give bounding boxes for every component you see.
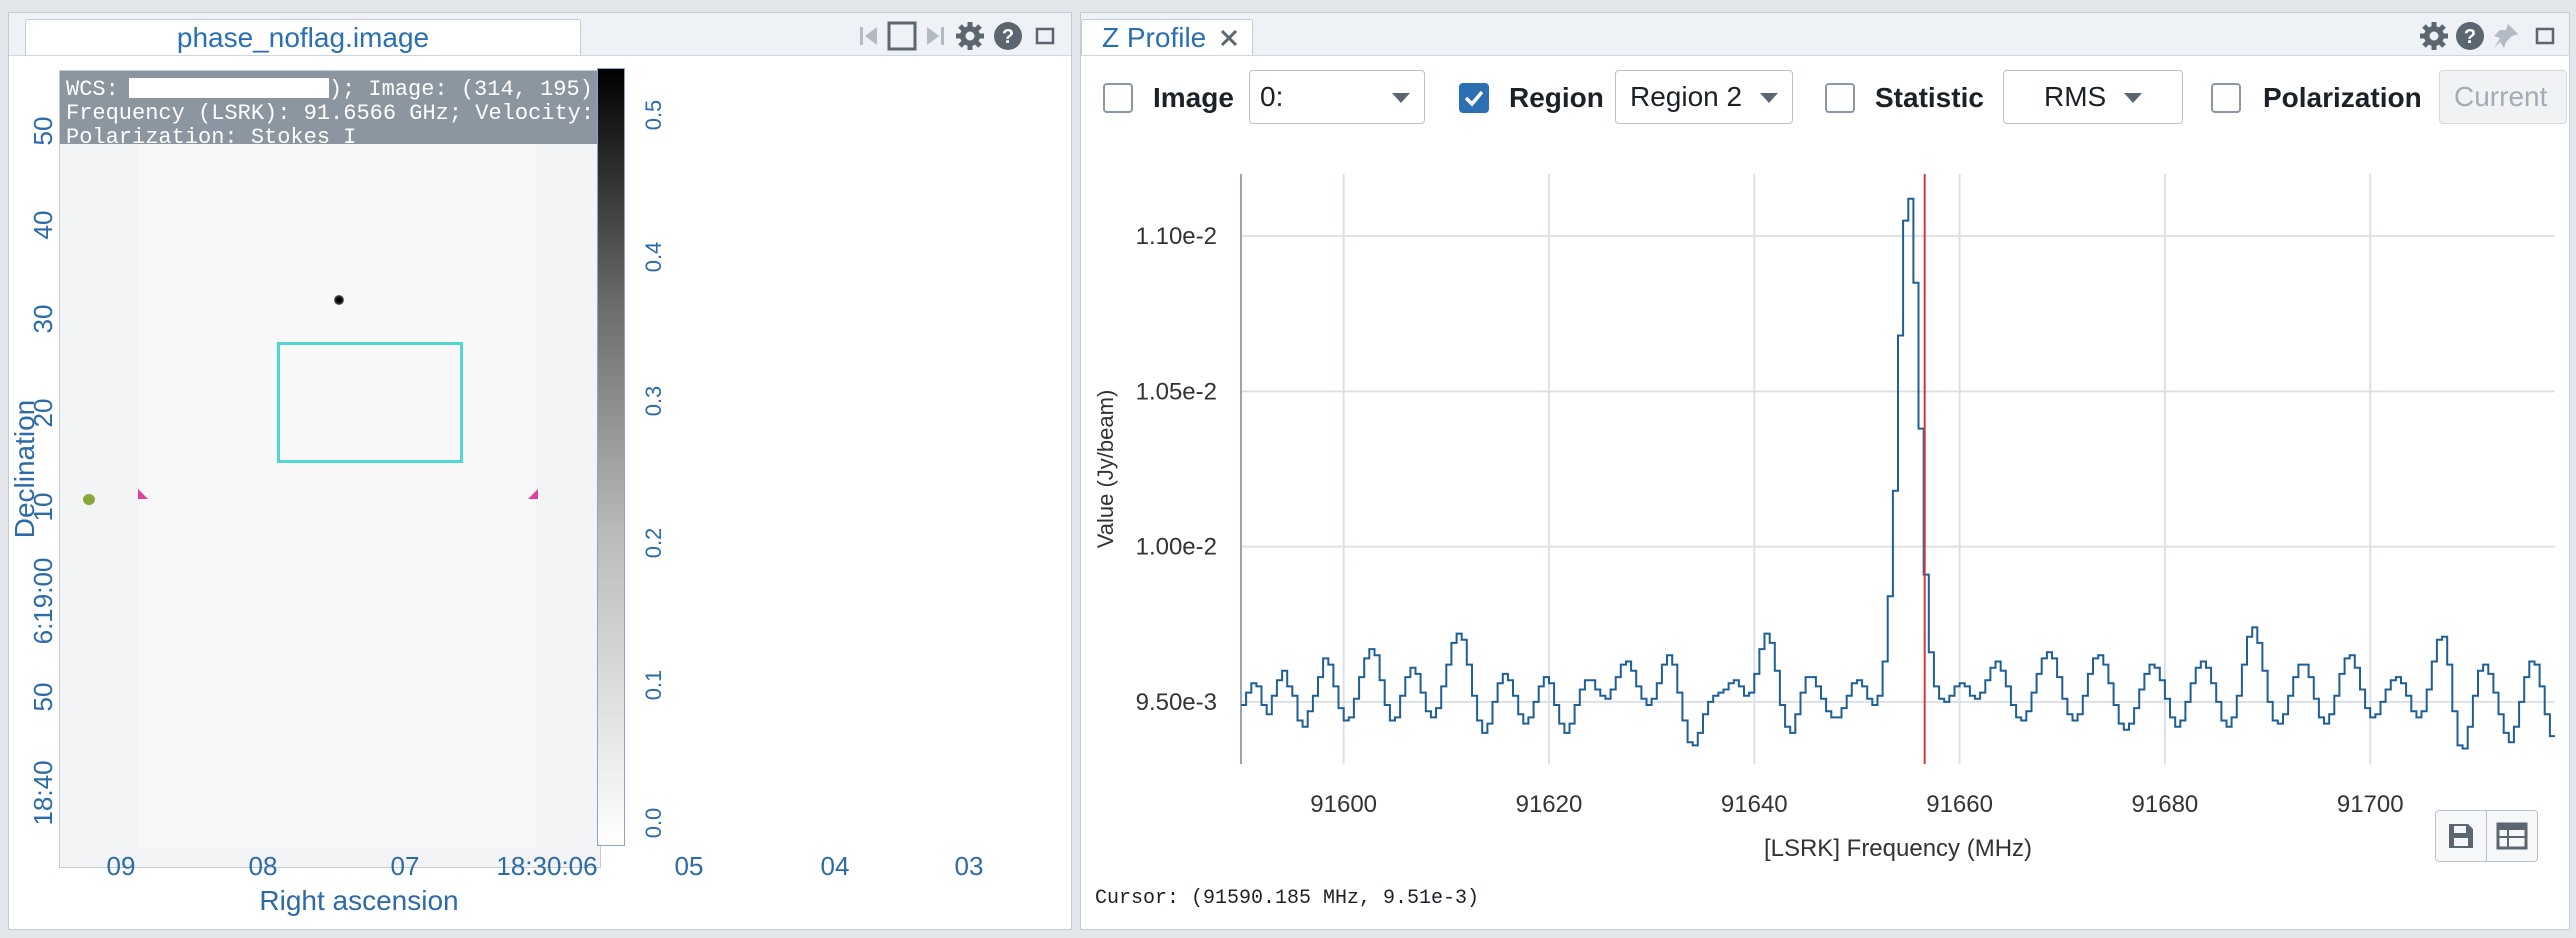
declination-tick-label: 30 (27, 304, 58, 334)
x-axis-label: [LSRK] Frequency (MHz) (1764, 835, 2032, 862)
overlay-wcs-label: WCS: (66, 77, 119, 102)
right-ascension-tick-label: 09 (106, 851, 136, 881)
image-checkbox-label: Image (1153, 82, 1234, 113)
tab-z-profile[interactable]: Z Profile (1081, 19, 1253, 55)
z-profile-panel: Z Profile ? Image 0: Region Region 2 Sta… (1080, 12, 2570, 930)
declination-tick-label: 10 (27, 492, 58, 522)
colorbar-tick-label: 0.5 (641, 99, 666, 131)
y-axis-label: Value (Jy/beam) (1093, 390, 1118, 549)
polarization-select-value: Current (2454, 81, 2548, 112)
declination-tick-label: 40 (27, 210, 58, 240)
close-icon[interactable] (1218, 27, 1240, 49)
table-icon (2496, 822, 2528, 850)
x-tick-label: 91600 (1310, 791, 1377, 818)
overlay-frequency: Frequency (LSRK): 91.6566 GHz; Velocity:… (66, 101, 600, 126)
image-select-value: 0: (1260, 81, 1284, 112)
help-icon[interactable]: ? (991, 21, 1025, 51)
region-rectangle[interactable] (277, 342, 463, 463)
x-tick-label: 91620 (1516, 791, 1583, 818)
image-select[interactable]: 0: (1249, 70, 1425, 124)
pin-icon[interactable] (2489, 21, 2523, 51)
declination-tick-label: 6:19:00 (27, 557, 58, 645)
statistic-select-chevron-down-icon (2124, 93, 2142, 103)
right-ascension-tick-label: 08 (248, 851, 278, 881)
right-ascension-tick-label: 03 (954, 851, 984, 881)
right-ascension-tick-label: 07 (390, 851, 420, 881)
beam-ellipse (83, 494, 95, 505)
declination-tick-label: 20 (27, 398, 58, 428)
declination-tick-label: 50 (27, 116, 58, 146)
tab-image-viewer[interactable]: phase_noflag.image (25, 19, 581, 55)
y-tick-label: 1.10e-2 (1136, 223, 1217, 250)
checkmark-icon (1464, 90, 1484, 107)
image-checkbox[interactable] (1103, 83, 1133, 113)
stop-icon[interactable] (885, 21, 919, 51)
image-frame[interactable]: WCS: ); Image: (314, 195); Frequency (LSR… (59, 70, 601, 868)
declination-tick-label: 50 (27, 682, 58, 712)
svg-text:?: ? (1002, 26, 1014, 48)
next-frame-icon[interactable] (921, 21, 949, 51)
wcs-redaction (128, 78, 329, 98)
region-select-chevron-down-icon (1760, 93, 1778, 103)
profile-help-icon[interactable]: ? (2453, 21, 2487, 51)
colorbar-tick-label: 0.2 (641, 527, 666, 559)
statistic-select[interactable]: RMS (2003, 70, 2183, 124)
region-select-value: Region 2 (1630, 81, 1743, 112)
statistic-select-value: RMS (2044, 81, 2107, 112)
colorbar-tick-label: 0.1 (641, 669, 666, 701)
overlay-image-coords: ); Image: (314, 195); (328, 77, 601, 102)
svg-text:?: ? (2464, 26, 2476, 48)
right-ascension-axis-label: Right ascension (259, 885, 459, 916)
polarization-checkbox-label: Polarization (2263, 82, 2422, 113)
spectrum-line (1241, 197, 2555, 750)
y-tick-label: 1.05e-2 (1136, 378, 1217, 405)
declination-tick-label: 18:40 (27, 760, 58, 826)
point-source (334, 295, 344, 305)
y-tick-label: 1.00e-2 (1136, 534, 1217, 561)
x-tick-label: 91640 (1721, 791, 1788, 818)
region-select[interactable]: Region 2 (1615, 70, 1793, 124)
x-tick-label: 91680 (2132, 791, 2199, 818)
right-ascension-tick-label: 05 (674, 851, 704, 881)
corner-marker-right (528, 489, 538, 499)
region-checkbox-label: Region (1509, 82, 1604, 113)
colorbar-tick-label: 0.3 (641, 385, 666, 417)
corner-marker-left (138, 489, 148, 499)
image-viewer-tabbar: phase_noflag.image ? (9, 13, 1071, 56)
polarization-select[interactable]: Current (2439, 70, 2567, 124)
profile-maximize-icon[interactable] (2533, 21, 2557, 51)
image-select-chevron-down-icon (1392, 93, 1410, 103)
overlay-polarization: Polarization: Stokes I (66, 125, 357, 150)
colorbar-tick-label: 0.4 (641, 241, 666, 273)
z-profile-tabbar: Z Profile ? (1081, 13, 2569, 56)
region-checkbox[interactable] (1459, 83, 1489, 113)
statistic-checkbox-label: Statistic (1875, 82, 1984, 113)
table-button[interactable] (2486, 810, 2538, 862)
right-ascension-tick-label: 18:30:06 (496, 851, 598, 881)
save-button[interactable] (2435, 810, 2487, 862)
gear-icon[interactable] (953, 21, 987, 51)
first-frame-icon[interactable] (855, 21, 883, 51)
maximize-icon[interactable] (1033, 21, 1057, 51)
y-tick-label: 9.50e-3 (1136, 689, 1217, 716)
x-tick-label: 91700 (2337, 791, 2404, 818)
right-ascension-tick-label: 04 (820, 851, 850, 881)
image-viewer-title: phase_noflag.image (176, 21, 430, 53)
cursor-readout: Cursor: (91590.185 MHz, 9.51e-3) (1095, 887, 1480, 910)
save-icon (2449, 824, 2473, 848)
image-viewer-panel: phase_noflag.image ? Declination WCS:);… (8, 12, 1072, 930)
settings-gear-icon[interactable] (2417, 21, 2451, 51)
statistic-checkbox[interactable] (1825, 83, 1855, 113)
polarization-checkbox[interactable] (2211, 83, 2241, 113)
z-profile-title: Z Profile (1102, 21, 1207, 53)
z-profile-chart[interactable]: 91600 91620 91640 91660 91680 91700 9.50e-3 1.0… (1081, 158, 2569, 878)
cursor-info-overlay: WCS: ); Image: (314, 195); Frequency (LSR… (60, 71, 601, 150)
x-tick-label: 91660 (1926, 791, 1993, 818)
colorbar[interactable] (597, 68, 625, 846)
colorbar-tick-label: 0.0 (641, 807, 666, 839)
